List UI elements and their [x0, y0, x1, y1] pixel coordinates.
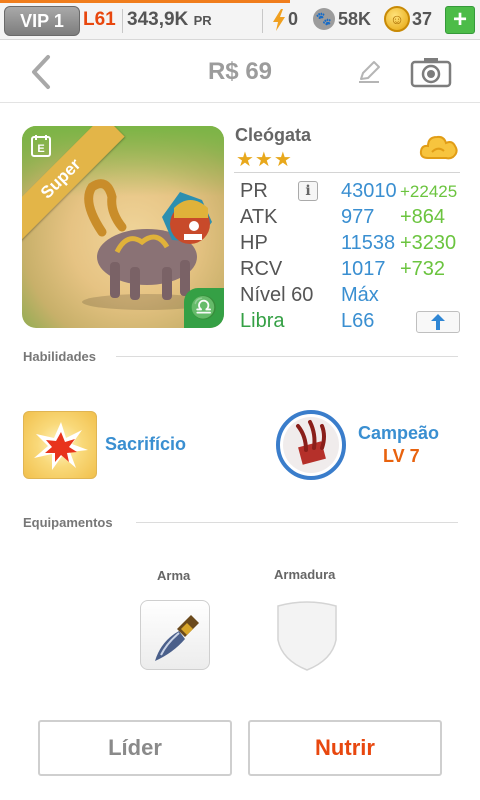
- arrow-up-icon: [431, 314, 445, 330]
- stat-label: ATK: [240, 206, 278, 228]
- element-cloud-icon: [419, 135, 458, 160]
- stat-label: RCV: [240, 258, 283, 280]
- divider: [122, 9, 123, 33]
- coin-value: 37: [412, 9, 433, 29]
- stat-bonus: +22425: [400, 182, 458, 201]
- claw-weapon-icon: [155, 615, 199, 661]
- upgrade-sign-button[interactable]: [416, 311, 460, 333]
- stat-bonus: +732: [400, 258, 446, 280]
- weapon-label: Arma: [157, 568, 191, 583]
- stat-row-hp: HP 11538 +3230: [240, 232, 464, 258]
- divider: [136, 522, 458, 523]
- stat-bonus: +3230: [400, 232, 457, 254]
- stat-row-atk: ATK 977 +864: [240, 206, 464, 232]
- abilities-title: Habilidades: [23, 349, 96, 364]
- card-icon: E: [31, 135, 51, 157]
- weapon-slot[interactable]: [140, 600, 210, 670]
- camera-icon[interactable]: [410, 56, 452, 88]
- divider: [234, 172, 460, 173]
- coin-icon: ☺: [384, 6, 410, 32]
- libra-sign-icon: ♎: [184, 288, 224, 328]
- sign-label: Libra: [240, 310, 285, 332]
- player-power-value: 343,9K: [127, 9, 189, 30]
- energy-bolt-icon: [273, 9, 285, 31]
- energy-value: 0: [288, 9, 299, 29]
- vip-badge[interactable]: VIP 1: [4, 6, 80, 36]
- status-bar: VIP 1 L61 343,9K PR 0 🐾 58K ☺ 37 +: [0, 0, 480, 40]
- paw-icon: 🐾: [313, 8, 335, 30]
- leader-button[interactable]: Líder: [38, 720, 232, 776]
- stat-row-pr: PR i 43010 +22425: [240, 180, 464, 206]
- stat-value: 11538: [341, 232, 396, 254]
- level-label: Nível 60: [240, 284, 314, 306]
- stat-value: 977: [341, 206, 375, 228]
- stat-value: 1017: [341, 258, 386, 280]
- stat-value: 43010: [341, 180, 397, 202]
- player-power-unit: PR: [193, 13, 212, 28]
- page-title: R$ 69: [207, 58, 273, 85]
- claw-icon: [283, 417, 339, 473]
- explosion-icon: [34, 422, 88, 470]
- status-bar-accent: [0, 0, 290, 3]
- divider: [262, 9, 263, 33]
- armor-label: Armadura: [274, 567, 336, 582]
- star-rating: ★★★: [236, 149, 293, 171]
- feed-button[interactable]: Nutrir: [248, 720, 442, 776]
- skill-level: LV 7: [383, 446, 420, 466]
- monster-portrait[interactable]: Super E ♎: [22, 126, 224, 328]
- stat-label: HP: [240, 232, 268, 254]
- monster-name: Cleógata: [235, 125, 312, 145]
- player-level: L61: [83, 9, 116, 30]
- sign-value: L66: [341, 310, 375, 332]
- paw-value: 58K: [338, 9, 372, 29]
- equipment-title: Equipamentos: [23, 515, 113, 530]
- stat-label: PR: [240, 180, 268, 202]
- skill-name[interactable]: Campeão: [358, 423, 439, 444]
- champion-skill-icon[interactable]: [276, 410, 346, 480]
- svg-text:E: E: [37, 143, 44, 155]
- stat-bonus: +864: [400, 206, 446, 228]
- top-header: R$ 69: [0, 41, 480, 103]
- pencil-icon[interactable]: [356, 59, 382, 85]
- level-value: Máx: [341, 284, 379, 306]
- stat-row-level: Nível 60 Máx: [240, 284, 464, 310]
- sacrifice-skill-icon[interactable]: [23, 411, 97, 479]
- armor-slot-empty[interactable]: [272, 600, 342, 672]
- divider: [116, 356, 458, 357]
- stat-row-rcv: RCV 1017 +732: [240, 258, 464, 284]
- player-power: 343,9K PR: [127, 9, 212, 31]
- info-icon[interactable]: i: [298, 181, 318, 201]
- skill-name[interactable]: Sacrifício: [105, 434, 186, 455]
- add-coins-button[interactable]: +: [445, 6, 475, 34]
